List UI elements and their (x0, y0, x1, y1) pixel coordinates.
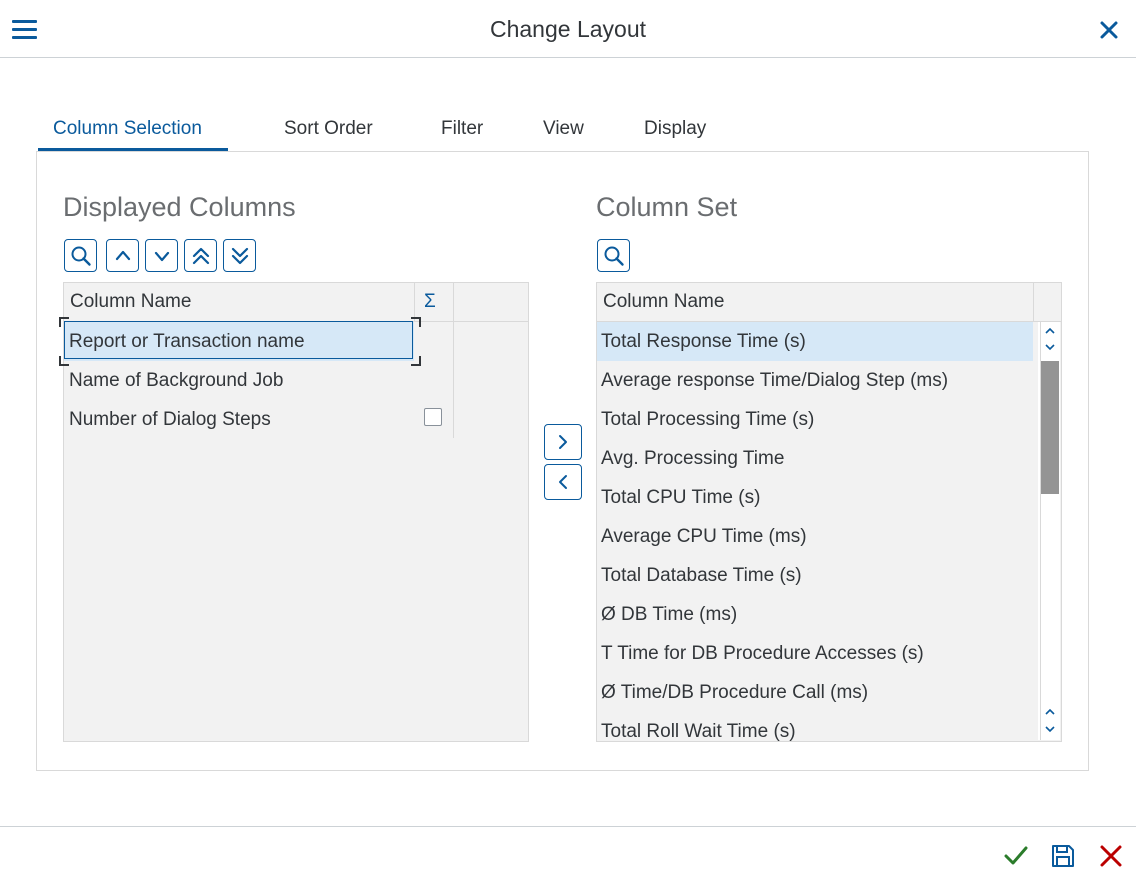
move-to-top-button[interactable] (184, 239, 217, 272)
row-label: Ø DB Time (ms) (601, 604, 738, 625)
sum-checkbox[interactable] (424, 408, 442, 426)
displayed-columns-title: Displayed Columns (63, 192, 296, 222)
move-to-bottom-icon (231, 247, 248, 264)
focus-corner (411, 317, 421, 327)
move-down-icon (154, 251, 169, 261)
row-label: Avg. Processing Time (601, 448, 785, 469)
tab-sort-order[interactable]: Sort Order (284, 118, 373, 140)
table-row[interactable]: T Time for DB Procedure Accesses (s) (597, 634, 1033, 673)
row-label: Report or Transaction name (69, 331, 305, 352)
table-row[interactable]: Avg. Processing Time (597, 439, 1033, 478)
table-row[interactable]: Average response Time/Dialog Step (ms) (597, 361, 1033, 400)
row-label: Total Processing Time (s) (601, 409, 815, 430)
search-icon (604, 246, 624, 266)
table-row[interactable]: Ø DB Time (ms) (597, 595, 1033, 634)
search-icon (71, 246, 91, 266)
scroll-page-up-icon[interactable] (1042, 324, 1058, 338)
row-label: Number of Dialog Steps (69, 409, 271, 430)
scroll-up-icon[interactable] (1042, 340, 1058, 354)
focus-corner (411, 356, 421, 366)
scrollbar-thumb[interactable] (1041, 361, 1059, 494)
table-row[interactable]: Ø Time/DB Procedure Call (ms) (597, 673, 1033, 712)
scroll-page-down-icon[interactable] (1042, 722, 1058, 736)
scroll-down-icon[interactable] (1042, 705, 1058, 719)
cancel-button[interactable] (1097, 842, 1125, 870)
table-row[interactable]: Average CPU Time (ms) (597, 517, 1033, 556)
save-button[interactable] (1049, 842, 1077, 870)
dialog-title: Change Layout (489, 16, 646, 42)
table-row[interactable]: Total Roll Wait Time (s) (597, 712, 1033, 742)
row-label: Name of Background Job (69, 370, 284, 391)
remove-column-icon (559, 475, 567, 489)
move-to-bottom-button[interactable] (223, 239, 256, 272)
move-to-top-icon (192, 247, 209, 264)
table-header: Column Name (597, 283, 1061, 322)
table-row[interactable]: Name of Background Job (64, 361, 414, 400)
add-column-icon (559, 435, 567, 449)
move-down-button[interactable] (145, 239, 178, 272)
add-column-button[interactable] (544, 424, 582, 460)
row-label: Average CPU Time (ms) (601, 526, 807, 547)
table-row[interactable]: Total CPU Time (s) (597, 478, 1033, 517)
tab-column-selection[interactable]: Column Selection (53, 118, 202, 140)
row-label: T Time for DB Procedure Accesses (s) (601, 643, 924, 664)
search-displayed-button[interactable] (64, 239, 97, 272)
focus-corner (59, 317, 69, 327)
table-row[interactable]: Total Database Time (s) (597, 556, 1033, 595)
table-row[interactable]: Total Processing Time (s) (597, 400, 1033, 439)
checkmark-icon (1004, 846, 1028, 865)
table-row[interactable]: Report or Transaction name (64, 322, 414, 361)
tab-filter[interactable]: Filter (441, 118, 483, 140)
row-label: Total Roll Wait Time (s) (601, 721, 796, 742)
focus-corner (59, 356, 69, 366)
active-tab-indicator (38, 148, 228, 151)
row-label: Total Database Time (s) (601, 565, 802, 586)
column-set-title: Column Set (596, 192, 738, 222)
tab-view[interactable]: View (543, 118, 584, 140)
column-set-table: Column Name Total Response Time (s) Aver… (596, 282, 1062, 742)
displayed-columns-table: Column Name Σ Report or Transaction name… (63, 282, 529, 742)
move-up-button[interactable] (106, 239, 139, 272)
dialog-footer (0, 826, 1136, 873)
row-label: Average response Time/Dialog Step (ms) (601, 370, 949, 391)
table-header: Column Name Σ (64, 283, 528, 322)
close-icon[interactable] (1098, 19, 1120, 41)
save-icon (1052, 845, 1074, 867)
row-label: Total CPU Time (s) (601, 487, 761, 508)
ok-button[interactable] (1002, 842, 1030, 870)
row-label: Ø Time/DB Procedure Call (ms) (601, 682, 869, 703)
table-row[interactable]: Number of Dialog Steps (64, 400, 414, 439)
row-label: Total Response Time (s) (601, 331, 806, 352)
cancel-icon (1100, 845, 1122, 867)
column-name-header: Column Name (603, 291, 725, 312)
search-column-set-button[interactable] (597, 239, 630, 272)
tab-display[interactable]: Display (644, 118, 706, 140)
remove-column-button[interactable] (544, 464, 582, 500)
sum-header: Σ (424, 291, 436, 312)
table-row[interactable]: Total Response Time (s) (597, 322, 1033, 361)
column-name-header: Column Name (70, 291, 192, 312)
move-up-icon (115, 250, 130, 260)
